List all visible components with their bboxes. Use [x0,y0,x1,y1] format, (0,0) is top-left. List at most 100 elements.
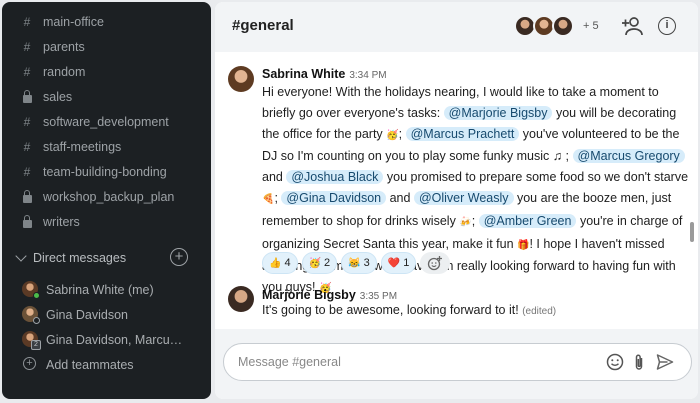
hash-icon: # [23,140,31,154]
drink-emoji-icon: 🍻 [459,216,472,228]
hash-icon: # [23,115,31,129]
channel-parents[interactable]: # parents [2,35,211,59]
dm-label: Gina Davidson, Marcus G... [46,333,186,347]
status-icon [33,317,40,324]
channel-software-development[interactable]: # software_development [2,110,211,134]
message-list: Sabrina White 3:34 PM Hi everyone! With t… [215,52,698,332]
channel-label: software_development [43,115,169,129]
cat-icon: 😹 [348,257,361,269]
mention[interactable]: @Marcus Gregory [572,149,685,164]
channel-label: workshop_backup_plan [43,190,175,204]
thumbs-up-icon: 👍 [269,257,282,269]
message-text: ; [398,126,403,141]
channel-label: writers [43,215,80,229]
scrollbar[interactable] [690,222,694,242]
add-member-button[interactable] [621,15,645,37]
message-text: and [262,170,283,185]
message-composer[interactable] [223,343,692,381]
message-body: It's going to be awesome, looking forwar… [262,300,690,323]
channel-label: parents [43,40,85,54]
channel-workshop-backup-plan[interactable]: workshop_backup_plan [2,185,211,209]
channel-writers[interactable]: writers [2,210,211,234]
channel-label: random [43,65,86,79]
send-icon[interactable] [655,352,675,372]
sidebar: # main-office # parents # random sales #… [2,2,211,399]
channel-view: #general + 5 i Sabrina White 3:34 PM Hi e… [215,2,698,399]
channel-label: staff-meetings [43,140,122,154]
reaction-thumbs-up[interactable]: 👍 4 [262,252,298,274]
reactions: 👍 4 🥳 2 😹 3 ❤️ 1 [262,252,451,276]
channel-label: team-building-bonding [43,165,167,179]
message-text: ; [471,213,476,228]
reaction-heart[interactable]: ❤️ 1 [380,252,417,274]
attachment-icon[interactable] [629,352,649,372]
mention[interactable]: @Marcus Prachett [405,126,520,141]
channel-team-building-bonding[interactable]: # team-building-bonding [2,160,211,184]
info-icon[interactable]: i [658,17,676,35]
message-input[interactable] [238,353,588,371]
channel-label: sales [43,90,73,104]
hash-icon: # [23,15,31,29]
pizza-emoji-icon: 🍕 [262,193,275,205]
party-icon: 🥳 [308,257,322,269]
mention[interactable]: @Oliver Weasly [413,190,514,205]
avatar[interactable] [228,66,254,92]
party-emoji-icon: 🥳 [386,129,399,141]
add-reaction-button[interactable] [420,252,451,274]
emoji-add-icon [428,256,443,271]
reaction-count: 4 [284,257,291,269]
gift-emoji-icon: 🎁 [517,239,530,251]
channel-title: #general [232,17,294,34]
hash-icon: # [23,65,31,79]
member-avatar[interactable] [552,15,574,37]
channel-sales[interactable]: sales [2,85,211,109]
group-count-badge: 2 [31,340,41,350]
author-name: Sabrina White [262,67,346,81]
mention[interactable]: @Amber Green [478,213,577,228]
reaction-count: 2 [324,257,331,269]
direct-messages-section[interactable]: Direct messages + [2,246,211,270]
chevron-down-icon [15,250,27,262]
mention[interactable]: @Gina Davidson [281,190,387,205]
add-teammates-label: Add teammates [46,358,134,372]
heart-icon: ❤️ [387,257,401,269]
edited-label: (edited) [522,306,557,317]
channel-main-office[interactable]: # main-office [2,10,211,34]
member-overflow-count[interactable]: + 5 [583,20,599,32]
add-teammates-button[interactable]: + Add teammates [2,353,211,377]
dm-gina-davidson[interactable]: Gina Davidson [2,303,211,327]
plus-icon: + [23,357,36,370]
message-author[interactable]: Sabrina White 3:34 PM [262,67,387,81]
dm-sabrina-white[interactable]: Sabrina White (me) [2,278,211,302]
emoji-icon[interactable] [605,352,625,372]
mention[interactable]: @Marjorie Bigsby [443,105,553,120]
hash-icon: # [23,40,31,54]
message-text: and [389,190,411,205]
message-text: It's going to be awesome, looking forwar… [262,303,519,317]
channel-staff-meetings[interactable]: # staff-meetings [2,135,211,159]
dm-label: Gina Davidson [46,308,128,322]
channel-random[interactable]: # random [2,60,211,84]
reaction-count: 1 [403,257,410,269]
reaction-party[interactable]: 🥳 2 [301,252,338,274]
composer-area [215,329,698,399]
dm-label: Sabrina White (me) [46,283,154,297]
channel-label: main-office [43,15,104,29]
online-status-icon [33,292,40,299]
add-person-icon [622,17,643,36]
direct-messages-header: Direct messages [33,251,127,265]
message-text: ; [274,190,278,205]
message-time: 3:34 PM [349,70,387,81]
mention[interactable]: @Joshua Black [286,170,384,185]
lock-icon [21,215,33,229]
avatar[interactable] [228,286,254,312]
channel-header: #general + 5 i [215,2,698,52]
dm-group-gina-marcus[interactable]: 2 Gina Davidson, Marcus G... [2,328,211,352]
hash-icon: # [23,165,31,179]
message-text: you promised to prepare some food so we … [386,170,689,185]
lock-icon [21,90,33,104]
reaction-cat[interactable]: 😹 3 [341,252,377,274]
reaction-count: 3 [363,257,370,269]
lock-icon [21,190,33,204]
add-direct-message-button[interactable]: + [170,248,188,266]
